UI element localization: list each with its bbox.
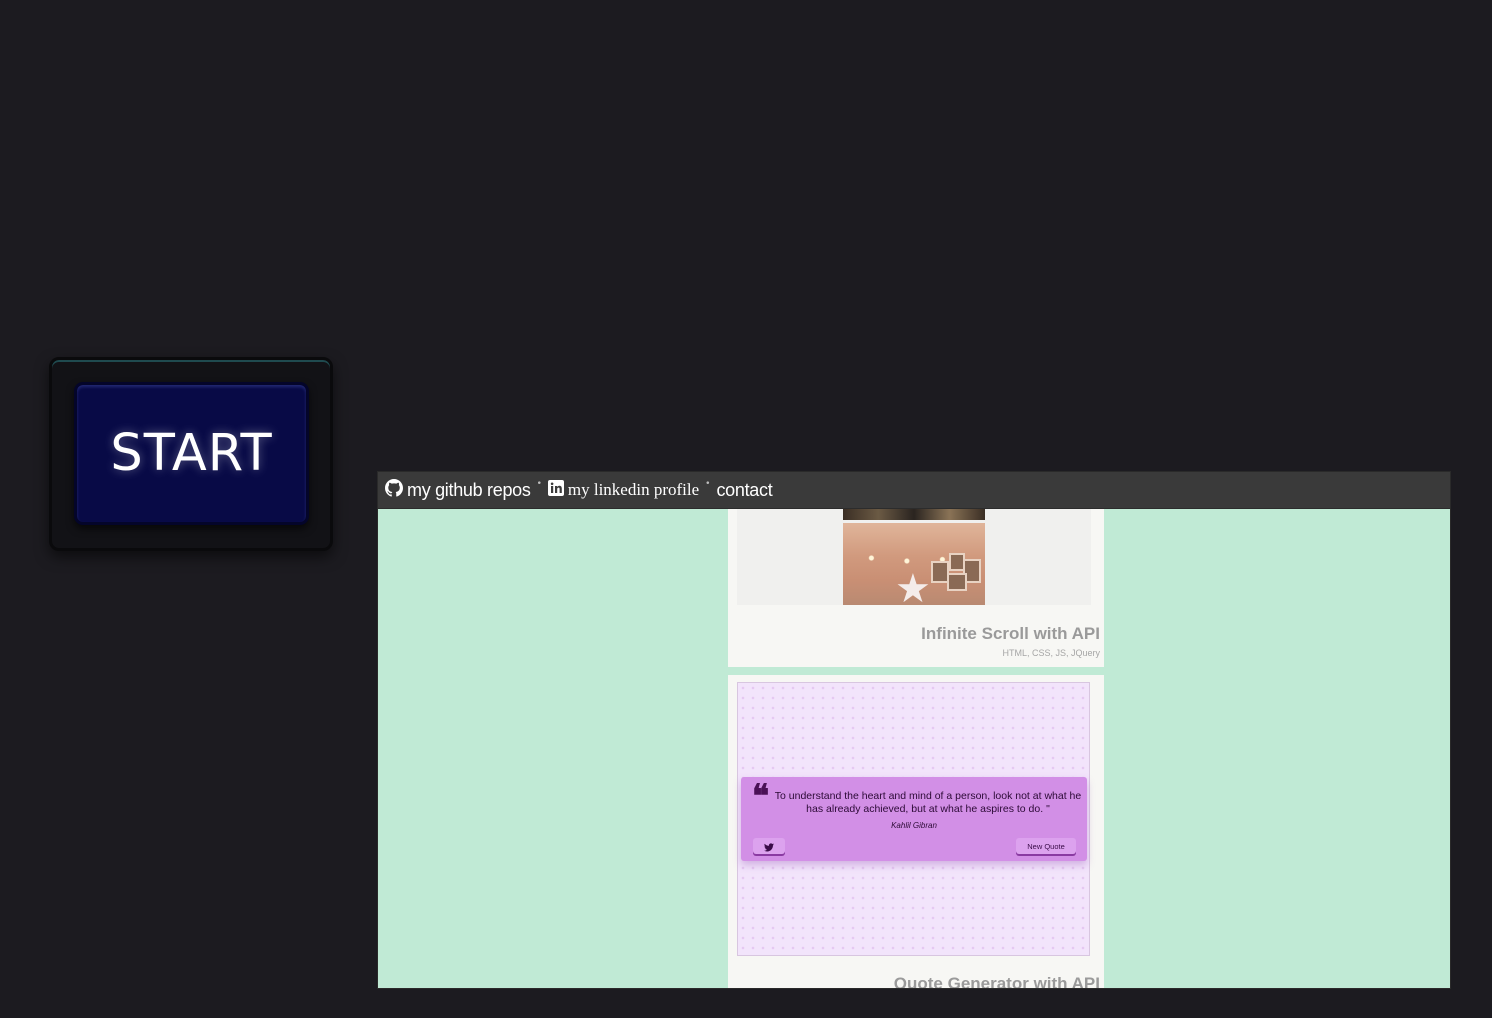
project-title[interactable]: Quote Generator with API — [894, 974, 1100, 988]
new-quote-button[interactable]: New Quote — [1016, 838, 1076, 854]
start-button[interactable]: START — [74, 382, 309, 525]
star-icon: ★ — [895, 566, 931, 605]
start-button-frame: START — [49, 357, 333, 551]
nav-contact-link[interactable]: contact — [716, 480, 772, 501]
quote-generator-thumbnail[interactable]: ❝ To understand the heart and mind of a … — [737, 682, 1090, 956]
linkedin-icon — [547, 480, 564, 500]
infinite-scroll-thumbnail[interactable]: ★ — [737, 509, 1091, 605]
nav-contact-label: contact — [716, 479, 773, 500]
quote-icon: ❝ — [752, 777, 770, 815]
twitter-button[interactable] — [753, 838, 785, 854]
nav-separator: • — [705, 479, 711, 489]
twitter-icon — [764, 837, 774, 856]
github-icon — [385, 479, 403, 501]
projects-column: ★ Infinite Scroll with API HTML, CSS, JS… — [728, 509, 1104, 988]
gallery-photo: ★ — [843, 523, 985, 605]
nav-github-link[interactable]: my github repos — [385, 479, 531, 501]
project-title[interactable]: Infinite Scroll with API — [921, 624, 1100, 644]
nav-separator: • — [536, 479, 542, 489]
quote-author: Kahlil Gibran — [891, 821, 937, 830]
website-preview: my github repos • my linkedin profile • … — [378, 472, 1450, 988]
site-navbar: my github repos • my linkedin profile • … — [378, 472, 1450, 509]
nav-linkedin-link[interactable]: my linkedin profile — [547, 480, 700, 500]
gallery-photo — [843, 509, 985, 520]
nav-github-label: my github repos — [407, 479, 531, 500]
project-tech: HTML, CSS, JS, JQuery — [1002, 648, 1100, 658]
quote-container: ❝ To understand the heart and mind of a … — [741, 777, 1087, 861]
quote-text: To understand the heart and mind of a pe… — [774, 790, 1082, 815]
card-gap — [728, 667, 1104, 675]
nav-linkedin-label: my linkedin profile — [567, 480, 700, 499]
